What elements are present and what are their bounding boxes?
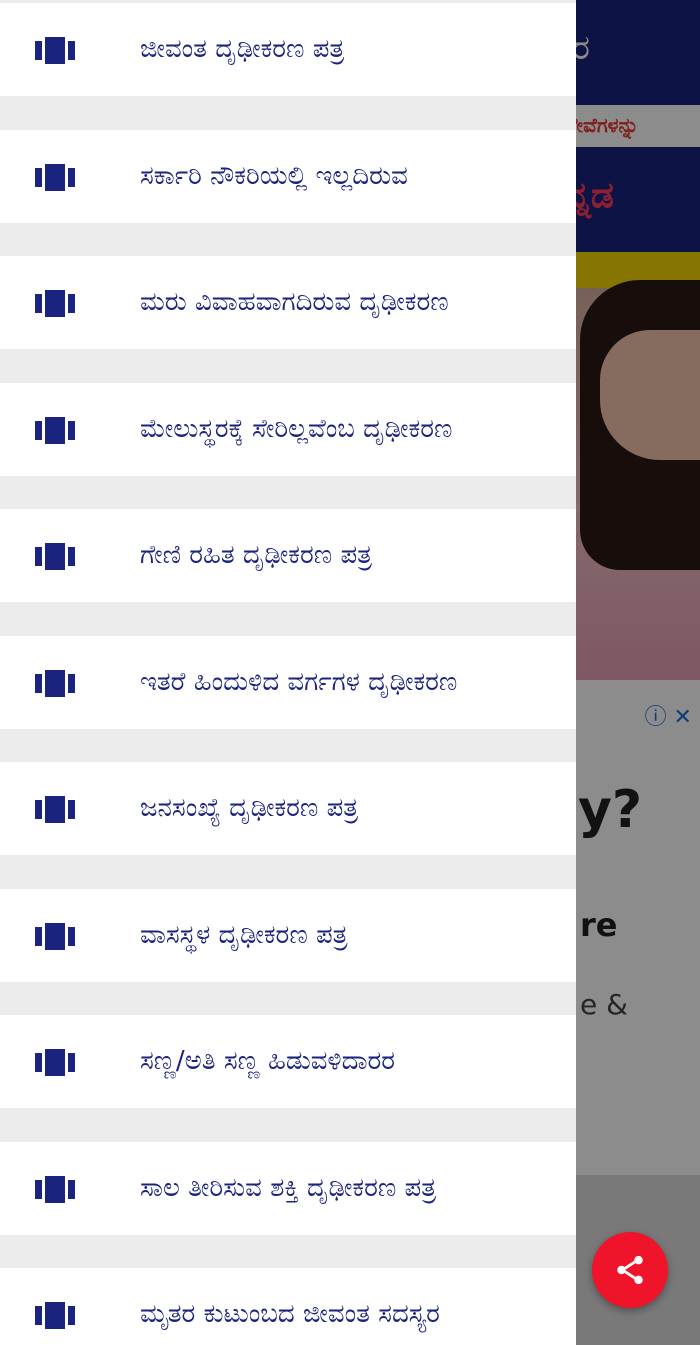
drawer-menu-item-label: ಸರ್ಕಾರಿ ನೌಕರಿಯಲ್ಲಿ ಇಲ್ಲದಿರುವ [140,161,408,191]
drawer-menu-item[interactable]: ಮೃತರ ಕುಟುಂಬದ ಜೀವಂತ ಸದಸ್ಯರ [0,1268,576,1345]
drawer-menu-item-label: ಗೇಣಿ ರಹಿತ ದೃಢೀಕರಣ ಪತ್ರ [140,540,372,570]
drawer-menu-item[interactable]: ಸಾಲ ತೀರಿಸುವ ಶಕ್ತಿ ದೃಢೀಕರಣ ಪತ್ರ [0,1142,576,1235]
view-carousel-icon [35,543,75,570]
drawer-menu-item-label: ಮರು ವಿವಾಹವಾಗದಿರುವ ದೃಢೀಕರಣ [140,287,449,317]
view-carousel-icon [35,164,75,191]
view-carousel-icon [35,923,75,950]
view-carousel-icon [35,796,75,823]
drawer-menu-item-label: ಜನಸಂಖ್ಯೆ ದೃಢೀಕರಣ ಪತ್ರ [140,793,359,823]
drawer-menu-item-label: ಮೇಲುಸ್ಥರಕ್ಕೆ ಸೇರಿಲ್ಲವೆಂಬ ದೃಢೀಕರಣ [140,414,453,444]
drawer-menu-item[interactable]: ಇತರೆ ಹಿಂದುಳಿದ ವರ್ಗಗಳ ದೃಢೀಕರಣ [0,636,576,729]
share-button[interactable] [592,1232,668,1308]
drawer-menu-item[interactable]: ಸಣ್ಣ/ಅತಿ ಸಣ್ಣ ಹಿಡುವಳಿದಾರರ [0,1015,576,1108]
drawer-menu-item-label: ವಾಸಸ್ಥಳ ದೃಢೀಕರಣ ಪತ್ರ [140,920,348,950]
view-carousel-icon [35,670,75,697]
share-icon [617,1255,643,1285]
view-carousel-icon [35,1176,75,1203]
view-carousel-icon [35,37,75,64]
drawer-menu-item-label: ಸಣ್ಣ/ಅತಿ ಸಣ್ಣ ಹಿಡುವಳಿದಾರರ [140,1046,396,1076]
view-carousel-icon [35,1049,75,1076]
drawer-menu-item[interactable]: ಗೇಣಿ ರಹಿತ ದೃಢೀಕರಣ ಪತ್ರ [0,509,576,602]
drawer-menu-item-label: ಮೃತರ ಕುಟುಂಬದ ಜೀವಂತ ಸದಸ್ಯರ [140,1299,440,1329]
drawer-menu-item-label: ಇತರೆ ಹಿಂದುಳಿದ ವರ್ಗಗಳ ದೃಢೀಕರಣ [140,667,458,697]
view-carousel-icon [35,417,75,444]
drawer-menu-item[interactable]: ಮರು ವಿವಾಹವಾಗದಿರುವ ದೃಢೀಕರಣ [0,256,576,349]
view-carousel-icon [35,290,75,317]
drawer-menu-item[interactable]: ಮೇಲುಸ್ಥರಕ್ಕೆ ಸೇರಿಲ್ಲವೆಂಬ ದೃಢೀಕರಣ [0,383,576,476]
drawer-menu-item[interactable]: ಜೀವಂತ ದೃಢೀಕರಣ ಪತ್ರ [0,3,576,96]
drawer-menu-item[interactable]: ಜನಸಂಖ್ಯೆ ದೃಢೀಕರಣ ಪತ್ರ [0,762,576,855]
navigation-drawer: ಜೀವಂತ ದೃಢೀಕರಣ ಪತ್ರ ಸರ್ಕಾರಿ ನೌಕರಿಯಲ್ಲಿ ಇಲ್… [0,0,576,1345]
drawer-menu-item-label: ಜೀವಂತ ದೃಢೀಕರಣ ಪತ್ರ [140,34,345,64]
drawer-menu-item[interactable]: ಸರ್ಕಾರಿ ನೌಕರಿಯಲ್ಲಿ ಇಲ್ಲದಿರುವ [0,130,576,223]
view-carousel-icon [35,1302,75,1329]
drawer-menu-item-label: ಸಾಲ ತೀರಿಸುವ ಶಕ್ತಿ ದೃಢೀಕರಣ ಪತ್ರ [140,1173,437,1203]
drawer-menu-item[interactable]: ವಾಸಸ್ಥಳ ದೃಢೀಕರಣ ಪತ್ರ [0,889,576,982]
